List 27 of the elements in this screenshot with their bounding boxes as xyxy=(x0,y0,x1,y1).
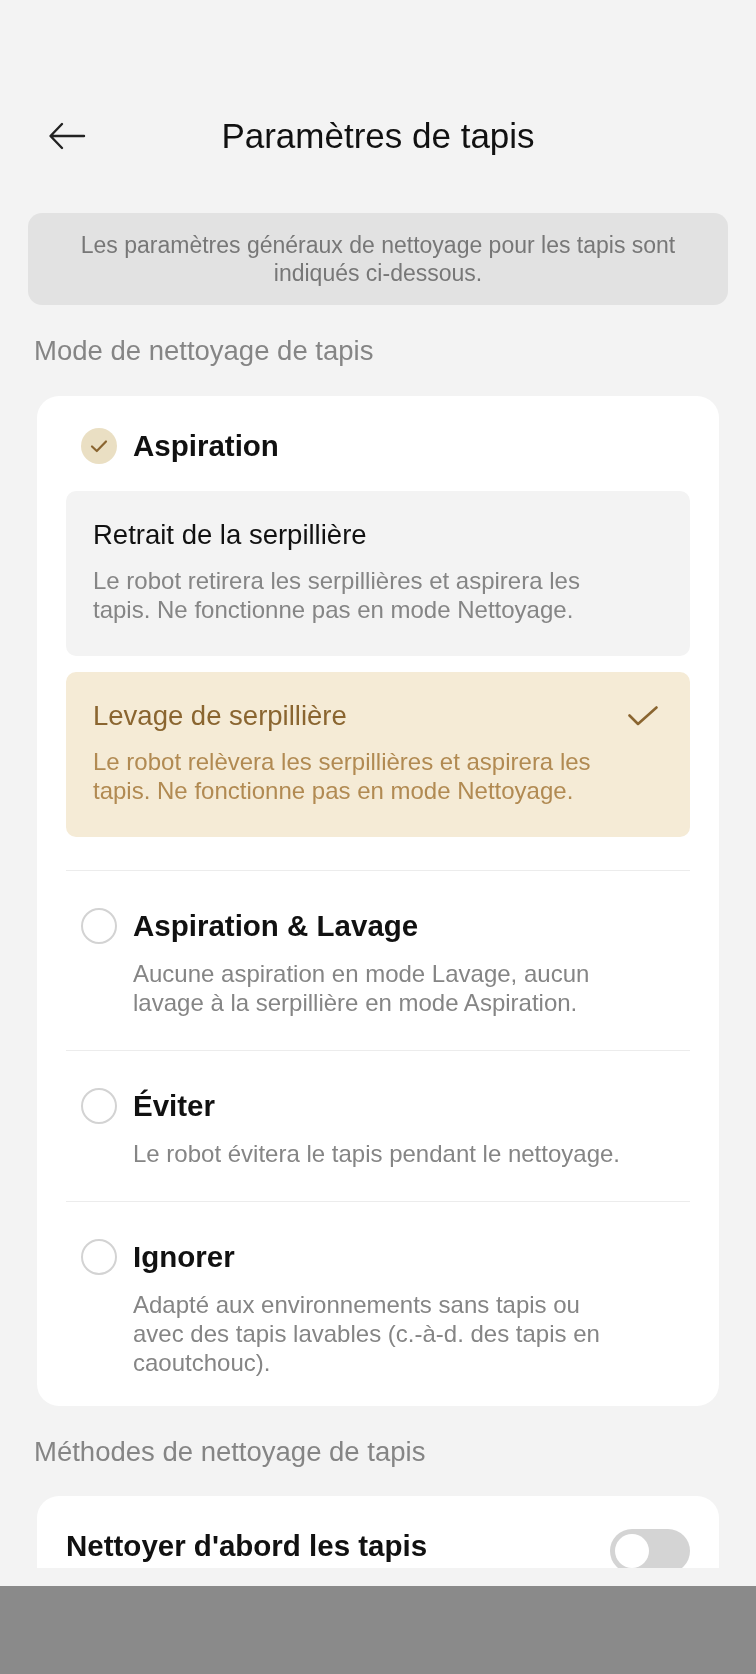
radio-button[interactable] xyxy=(81,1239,117,1275)
check-icon xyxy=(628,706,658,726)
sub-option-card[interactable]: Levage de serpillière Le robot relèvera les serpillières et aspirera les tapis. Ne fonctionne pas en mode Nettoyage. xyxy=(66,672,690,837)
option-description: Le robot évitera le tapis pendant le nettoyage. xyxy=(133,1139,621,1168)
option-description: Aucune aspiration en mode Lavage, aucun lavage à la serpillière en mode Aspiration. xyxy=(133,959,591,1017)
option-description: Adapté aux environnements sans tapis ou avec des tapis lavables (c.-à-d. des tapis en caoutchouc). xyxy=(133,1290,601,1377)
radio-button[interactable] xyxy=(81,428,117,464)
option-title: Ignorer xyxy=(133,1239,235,1275)
sub-option-title: Retrait de la serpillière xyxy=(93,519,368,551)
sub-option-description: Le robot retirera les serpillières et aspirera les tapis. Ne fonctionne pas en mode Nettoyage. xyxy=(93,566,581,624)
section-label: Méthodes de nettoyage de tapis xyxy=(34,1437,427,1467)
back-button[interactable] xyxy=(48,122,86,150)
radio-button[interactable] xyxy=(81,908,117,944)
check-icon xyxy=(90,439,108,453)
toggle-switch[interactable] xyxy=(610,1529,690,1568)
info-notice: Les paramètres généraux de nettoyage pour les tapis sont indiqués ci-dessous. xyxy=(28,213,728,305)
option-title: Éviter xyxy=(133,1088,215,1124)
sub-option-description: Le robot relèvera les serpillières et aspirera les tapis. Ne fonctionne pas en mode Nettoyage. xyxy=(93,747,592,805)
option-title: Aspiration & Lavage xyxy=(133,908,419,944)
sub-option-title: Levage de serpillière xyxy=(93,700,348,732)
option-title: Aspiration xyxy=(133,428,279,464)
radio-button[interactable] xyxy=(81,1088,117,1124)
page-title: Paramètres de tapis xyxy=(221,115,535,157)
back-arrow-icon xyxy=(48,122,86,150)
section-label: Mode de nettoyage de tapis xyxy=(34,336,375,366)
setting-title: Nettoyer d'abord les tapis xyxy=(66,1530,428,1562)
sub-option-card[interactable]: Retrait de la serpillière Le robot retirera les serpillières et aspirera les tapis. Ne fonctionne pas en mode Nettoyage. xyxy=(66,491,690,656)
